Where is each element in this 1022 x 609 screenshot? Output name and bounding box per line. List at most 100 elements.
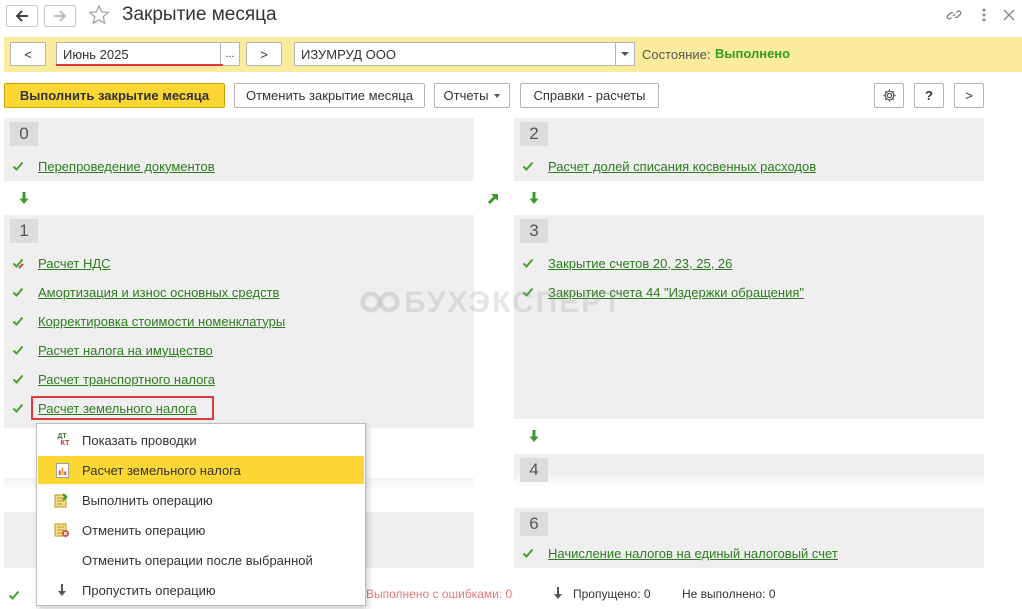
check-icon <box>522 161 534 171</box>
state-value: Выполнено <box>715 46 791 61</box>
arrow-down-skip-icon <box>554 587 562 599</box>
menu-item-label: Показать проводки <box>82 432 197 448</box>
menu-item-label: Отменить операции после выбранной <box>82 552 313 568</box>
stage-number: 0 <box>10 122 38 146</box>
organization-dropdown-button[interactable] <box>615 42 635 66</box>
stage-number: 1 <box>10 219 38 243</box>
stage-panel-faded <box>366 512 474 568</box>
watermark: БУХЭКСПЕРТ <box>360 286 623 320</box>
operation-link[interactable]: Закрытие счетов 20, 23, 25, 26 <box>548 256 732 271</box>
arrow-down-skip-icon <box>54 582 70 598</box>
stage-panel-4: 4 <box>514 454 984 486</box>
prev-period-button[interactable]: < <box>10 42 46 66</box>
context-menu: ДТ КТ Показать проводки Расчет земельног… <box>36 423 366 606</box>
operation-link[interactable]: Амортизация и износ основных средств <box>38 285 279 300</box>
empty-icon-slot <box>54 552 70 568</box>
operation-row[interactable]: Расчет транспортного налога <box>12 369 215 389</box>
state-label: Состояние: <box>642 47 711 62</box>
forward-button[interactable] <box>44 5 76 27</box>
settings-button[interactable] <box>874 83 904 108</box>
operation-row[interactable]: Расчет НДС <box>12 253 111 273</box>
menu-item-cancel-after-selected[interactable]: Отменить операции после выбранной <box>38 546 364 574</box>
period-field[interactable]: Июнь 2025 <box>56 42 220 66</box>
operation-link[interactable]: Начисление налогов на единый налоговый с… <box>548 546 838 561</box>
execute-document-icon <box>54 492 70 508</box>
watermark-text: БУХЭКСПЕРТ <box>404 286 624 319</box>
report-chart-icon <box>54 462 70 478</box>
stage-number: 4 <box>520 458 548 482</box>
owl-logo-icon <box>360 291 400 313</box>
operation-row[interactable]: Перепроведение документов <box>12 156 215 176</box>
gear-icon <box>882 89 896 102</box>
more-vertical-icon[interactable] <box>975 6 993 24</box>
check-icon <box>12 345 24 355</box>
page-title: Закрытие месяца <box>122 4 277 25</box>
menu-item-land-tax-calc[interactable]: Расчет земельного налога <box>38 456 364 484</box>
chevron-down-icon <box>621 52 629 56</box>
operation-row[interactable]: Расчет налога на имущество <box>12 340 213 360</box>
operation-row[interactable]: Расчет долей списания косвенных расходов <box>522 156 816 176</box>
stage-panel-faded <box>366 478 474 490</box>
operation-link[interactable]: Корректировка стоимости номенклатуры <box>38 314 285 329</box>
menu-item-cancel-operation[interactable]: Отменить операцию <box>38 516 364 544</box>
arrow-right-icon <box>54 10 67 22</box>
organization-field[interactable]: ИЗУМРУД ООО <box>294 42 616 66</box>
menu-item-skip-operation[interactable]: Пропустить операцию <box>38 576 364 604</box>
menu-item-label: Отменить операцию <box>82 522 206 538</box>
operation-link[interactable]: Расчет НДС <box>38 256 111 271</box>
check-icon <box>12 161 24 171</box>
references-button[interactable]: Справки - расчеты <box>520 83 659 108</box>
arrow-down-icon <box>529 430 539 442</box>
reports-button-label: Отчеты <box>443 88 489 103</box>
cancel-closing-button[interactable]: Отменить закрытие месяца <box>234 83 425 108</box>
check-icon <box>522 548 534 558</box>
arrow-down-icon <box>19 192 29 204</box>
operation-row[interactable]: Начисление налогов на единый налоговый с… <box>522 543 838 563</box>
stage-panel-faded <box>4 512 36 568</box>
title-bar: Закрытие месяца <box>0 0 1022 32</box>
chevron-down-icon <box>494 93 501 98</box>
operation-row[interactable]: Закрытие счетов 20, 23, 25, 26 <box>522 253 732 273</box>
close-icon[interactable] <box>1000 6 1018 24</box>
arrow-down-icon <box>529 192 539 204</box>
stage-panel-faded <box>4 478 36 490</box>
arrow-left-icon <box>15 10 28 22</box>
reports-button[interactable]: Отчеты <box>434 83 510 108</box>
menu-item-label: Расчет земельного налога <box>82 462 241 478</box>
menu-item-label: Выполнить операцию <box>82 492 213 508</box>
check-with-pencil-icon <box>12 258 24 269</box>
month-closing-window: Закрытие месяца < Июнь 2025 ... > ИЗУМРУ… <box>0 0 1022 609</box>
status-skipped: Пропущено: 0 <box>573 587 651 601</box>
more-commands-button[interactable]: > <box>954 83 984 108</box>
cancel-document-icon <box>54 522 70 538</box>
operation-link[interactable]: Расчет долей списания косвенных расходов <box>548 159 816 174</box>
menu-item-show-entries[interactable]: ДТ КТ Показать проводки <box>38 426 364 454</box>
check-icon <box>12 374 24 384</box>
status-errors: Выполнено с ошибками: 0 <box>366 587 513 601</box>
link-icon[interactable] <box>945 6 963 24</box>
stage-number: 2 <box>520 122 548 146</box>
next-period-button[interactable]: > <box>246 42 282 66</box>
operation-link[interactable]: Расчет налога на имущество <box>38 343 213 358</box>
period-highlight-underline <box>56 64 223 66</box>
operation-link[interactable]: Расчет транспортного налога <box>38 372 215 387</box>
help-button[interactable]: ? <box>914 83 944 108</box>
check-icon <box>8 590 20 600</box>
back-button[interactable] <box>6 5 38 27</box>
status-not-done: Не выполнено: 0 <box>682 587 776 601</box>
check-icon <box>12 316 24 326</box>
operation-row[interactable]: Амортизация и износ основных средств <box>12 282 279 302</box>
selection-highlight-frame <box>31 396 214 420</box>
favorite-star-icon[interactable] <box>88 4 110 26</box>
menu-item-label: Пропустить операцию <box>82 582 216 598</box>
menu-item-execute-operation[interactable]: Выполнить операцию <box>38 486 364 514</box>
kt-label: КТ <box>60 440 70 447</box>
period-select-button[interactable]: ... <box>220 42 240 66</box>
operation-link[interactable]: Перепроведение документов <box>38 159 215 174</box>
dt-label: ДТ <box>57 433 67 440</box>
execute-closing-button[interactable]: Выполнить закрытие месяца <box>4 83 225 108</box>
check-icon <box>12 403 24 413</box>
check-icon <box>12 287 24 297</box>
operation-row[interactable]: Корректировка стоимости номенклатуры <box>12 311 285 331</box>
period-bar: < Июнь 2025 ... > ИЗУМРУД ООО Состояние:… <box>4 37 1022 72</box>
